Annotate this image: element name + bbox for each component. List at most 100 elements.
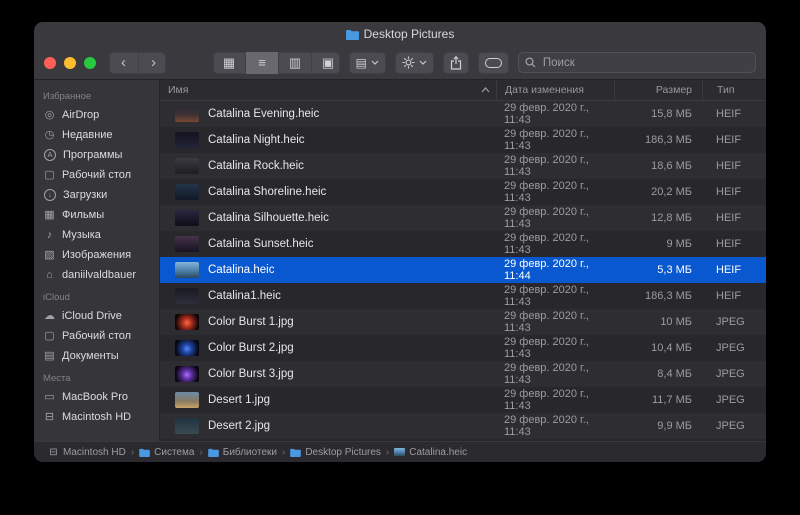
file-kind: HEIF	[702, 134, 766, 146]
file-kind: JPEG	[702, 394, 766, 406]
search-field[interactable]	[518, 52, 756, 73]
window-title: Desktop Pictures	[364, 27, 455, 41]
search-input[interactable]	[541, 56, 749, 70]
file-name: Catalina Shoreline.heic	[208, 186, 326, 198]
file-size: 18,6 МБ	[614, 160, 702, 172]
close-button[interactable]	[44, 57, 56, 69]
chevron-down-icon	[419, 60, 427, 65]
forward-button[interactable]: ›	[139, 52, 166, 74]
file-size: 9 МБ	[614, 238, 702, 250]
table-row[interactable]: Catalina Night.heic 29 февр. 2020 г., 11…	[160, 127, 766, 153]
file-date: 29 февр. 2020 г., 11:43	[496, 180, 614, 204]
finder-window: Desktop Pictures ‹ › ▦ ≡ ▥ ▣ ▤	[34, 22, 766, 462]
file-name: Catalina Silhouette.heic	[208, 212, 329, 224]
file-name: Catalina Sunset.heic	[208, 238, 313, 250]
image-file-icon	[394, 448, 405, 456]
sidebar-item-macintosh-hd[interactable]: ⊟ Macintosh HD	[34, 407, 159, 427]
file-kind: JPEG	[702, 316, 766, 328]
table-row[interactable]: Color Burst 1.jpg 29 февр. 2020 г., 11:4…	[160, 309, 766, 335]
file-date: 29 февр. 2020 г., 11:44	[496, 258, 614, 282]
icon-view-button[interactable]: ▦	[213, 52, 246, 74]
file-thumbnail	[175, 262, 199, 278]
table-row[interactable]: Catalina Rock.heic 29 февр. 2020 г., 11:…	[160, 153, 766, 179]
tags-button[interactable]	[478, 52, 509, 74]
sidebar-item-icloud-desktop[interactable]: ▢ Рабочий стол	[34, 326, 159, 346]
file-date: 29 февр. 2020 г., 11:43	[496, 414, 614, 438]
file-size: 9,9 МБ	[614, 420, 702, 432]
table-row-selected[interactable]: Catalina.heic 29 февр. 2020 г., 11:44 5,…	[160, 257, 766, 283]
path-separator: ›	[131, 447, 134, 458]
file-name: Color Burst 1.jpg	[208, 316, 294, 328]
harddrive-icon: ⊟	[43, 411, 56, 424]
table-row[interactable]: Catalina Sunset.heic 29 февр. 2020 г., 1…	[160, 231, 766, 257]
sidebar-item-downloads[interactable]: ↓ Загрузки	[34, 185, 159, 205]
sidebar-item-desktop[interactable]: ▢ Рабочий стол	[34, 165, 159, 185]
file-thumbnail	[175, 106, 199, 122]
title-bar[interactable]: Desktop Pictures	[34, 22, 766, 46]
column-header-date[interactable]: Дата изменения	[496, 80, 614, 100]
airdrop-icon: ◎	[43, 109, 56, 122]
path-separator: ›	[282, 447, 285, 458]
gallery-view-button[interactable]: ▣	[312, 52, 340, 74]
list-view-button[interactable]: ≡	[246, 52, 279, 74]
file-thumbnail	[175, 132, 199, 148]
table-row[interactable]: Catalina1.heic 29 февр. 2020 г., 11:43 1…	[160, 283, 766, 309]
sidebar-section-favorites: Избранное	[34, 84, 159, 105]
list-header: Имя Дата изменения Размер Тип	[160, 80, 766, 101]
sidebar-item-applications[interactable]: A Программы	[34, 145, 159, 165]
column-header-kind[interactable]: Тип	[702, 80, 766, 100]
sidebar-item-music[interactable]: ♪ Музыка	[34, 225, 159, 245]
sidebar-item-movies[interactable]: ▦ Фильмы	[34, 205, 159, 225]
file-date: 29 февр. 2020 г., 11:43	[496, 128, 614, 152]
group-by-button[interactable]: ▤	[349, 52, 386, 74]
file-date: 29 февр. 2020 г., 11:43	[496, 362, 614, 386]
column-view-button[interactable]: ▥	[279, 52, 312, 74]
rows-container: Catalina Evening.heic 29 февр. 2020 г., …	[160, 101, 766, 441]
column-header-size[interactable]: Размер	[614, 80, 702, 100]
path-item-libraries[interactable]: Библиотеки	[208, 447, 277, 458]
file-thumbnail	[175, 314, 199, 330]
file-kind: JPEG	[702, 420, 766, 432]
actions-button[interactable]	[395, 52, 434, 74]
path-item-desktop-pictures[interactable]: Desktop Pictures	[290, 447, 381, 458]
folder-icon	[290, 448, 301, 457]
file-kind: JPEG	[702, 368, 766, 380]
table-row[interactable]: Catalina Silhouette.heic 29 февр. 2020 г…	[160, 205, 766, 231]
table-row[interactable]: Desert 1.jpg 29 февр. 2020 г., 11:43 11,…	[160, 387, 766, 413]
back-button[interactable]: ‹	[109, 52, 139, 74]
laptop-icon: ▭	[43, 391, 56, 404]
file-kind: HEIF	[702, 160, 766, 172]
table-row[interactable]: Color Burst 3.jpg 29 февр. 2020 г., 11:4…	[160, 361, 766, 387]
search-icon	[525, 57, 536, 68]
sidebar-item-pictures[interactable]: ▧ Изображения	[34, 245, 159, 265]
file-name: Catalina Night.heic	[208, 134, 305, 146]
file-date: 29 февр. 2020 г., 11:43	[496, 206, 614, 230]
sidebar-item-macbook-pro[interactable]: ▭ MacBook Pro	[34, 387, 159, 407]
downloads-icon: ↓	[44, 189, 56, 201]
file-size: 5,3 МБ	[614, 264, 702, 276]
sidebar-item-icloud-drive[interactable]: ☁ iCloud Drive	[34, 306, 159, 326]
table-row[interactable]: Catalina Evening.heic 29 февр. 2020 г., …	[160, 101, 766, 127]
zoom-button[interactable]	[84, 57, 96, 69]
column-header-name[interactable]: Имя	[160, 80, 496, 100]
file-name: Color Burst 2.jpg	[208, 342, 294, 354]
sidebar-item-documents[interactable]: ▤ Документы	[34, 346, 159, 366]
file-size: 186,3 МБ	[614, 134, 702, 146]
desktop-icon: ▢	[43, 330, 56, 343]
group-icon: ▤	[356, 56, 367, 70]
sidebar-section-icloud: iCloud	[34, 285, 159, 306]
path-item-catalina-heic[interactable]: Catalina.heic	[394, 447, 467, 458]
sidebar-item-recents[interactable]: ◷ Недавние	[34, 125, 159, 145]
table-row[interactable]: Color Burst 2.jpg 29 февр. 2020 г., 11:4…	[160, 335, 766, 361]
path-item-macintosh-hd[interactable]: ⊟ Macintosh HD	[48, 446, 126, 459]
sidebar-item-airdrop[interactable]: ◎ AirDrop	[34, 105, 159, 125]
sidebar-item-home[interactable]: ⌂ daniilvaldbauer	[34, 265, 159, 285]
path-item-system[interactable]: Система	[139, 447, 194, 458]
file-size: 10 МБ	[614, 316, 702, 328]
minimize-button[interactable]	[64, 57, 76, 69]
file-thumbnail	[175, 210, 199, 226]
applications-icon: A	[44, 149, 56, 161]
share-button[interactable]	[443, 52, 469, 74]
table-row[interactable]: Catalina Shoreline.heic 29 февр. 2020 г.…	[160, 179, 766, 205]
table-row[interactable]: Desert 2.jpg 29 февр. 2020 г., 11:43 9,9…	[160, 413, 766, 439]
